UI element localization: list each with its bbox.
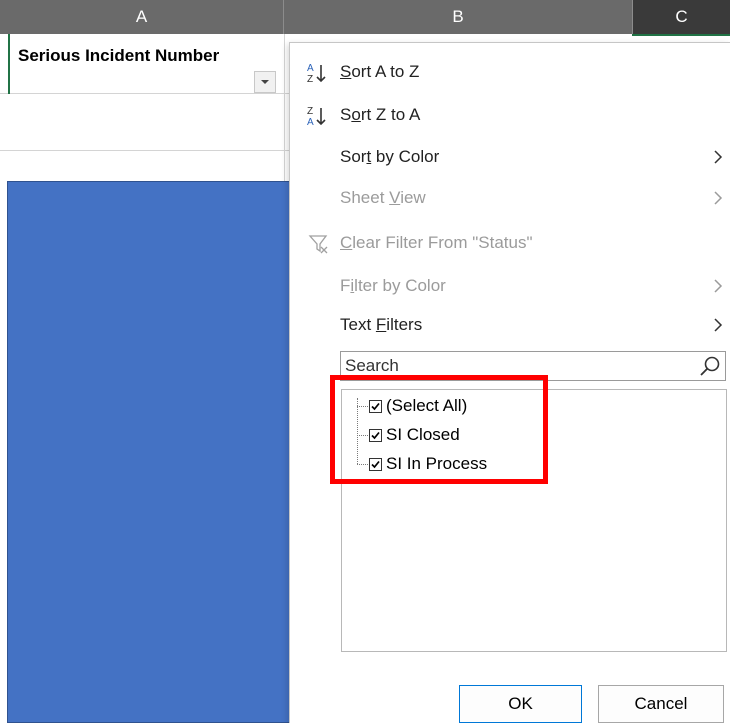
menu-label: Sheet View <box>340 188 426 207</box>
chevron-right-icon <box>714 279 723 293</box>
dropdown-arrow-icon <box>261 80 269 84</box>
selection-border <box>632 34 730 36</box>
menu-item-sort-by-color[interactable]: Sort by Color <box>290 137 730 177</box>
menu-label: Sort Z to A <box>340 105 421 124</box>
svg-text:A: A <box>307 63 314 74</box>
column-header-b[interactable]: B <box>284 0 632 34</box>
sort-az-icon: A Z <box>307 63 326 84</box>
sort-za-icon: Z A <box>307 106 326 127</box>
svg-text:A: A <box>307 117 314 127</box>
menu-item-sort-z-to-a[interactable]: Z A Sort Z to A <box>290 95 730 135</box>
menu-item-sort-a-to-z[interactable]: A Z Sort A to Z <box>290 52 730 92</box>
menu-label: Filter by Color <box>340 276 446 295</box>
gridline <box>0 93 290 94</box>
search-icon[interactable] <box>699 355 721 377</box>
cancel-button[interactable]: Cancel <box>598 685 724 723</box>
menu-label: Clear Filter From "Status" <box>340 233 533 252</box>
column-header-c-label: C <box>675 7 688 26</box>
menu-label: Sort by Color <box>340 147 440 166</box>
menu-item-clear-filter[interactable]: Clear Filter From "Status" <box>290 223 730 263</box>
selection-border <box>8 34 10 94</box>
column-header-c[interactable]: C <box>632 0 730 34</box>
blue-rectangle-shape[interactable] <box>7 181 300 723</box>
chevron-right-icon <box>714 318 723 332</box>
clear-filter-icon <box>308 235 328 254</box>
red-highlight-box <box>330 375 548 484</box>
menu-item-text-filters[interactable]: Text Filters <box>290 305 730 345</box>
menu-label: Text Filters <box>340 315 423 334</box>
gridline <box>0 150 290 151</box>
chevron-right-icon <box>714 150 723 164</box>
menu-item-filter-by-color[interactable]: Filter by Color <box>290 266 730 306</box>
ok-button[interactable]: OK <box>459 685 582 723</box>
svg-text:Z: Z <box>307 74 313 84</box>
column-header-b-label: B <box>452 7 464 26</box>
filter-dropdown-button[interactable] <box>254 71 276 93</box>
chevron-right-icon <box>714 191 723 205</box>
column-header-a[interactable]: A <box>0 0 284 34</box>
menu-label: Sort A to Z <box>340 62 420 81</box>
menu-item-sheet-view[interactable]: Sheet View <box>290 178 730 218</box>
svg-text:Z: Z <box>307 106 313 117</box>
cell-a1-header[interactable]: Serious Incident Number <box>18 46 219 66</box>
column-header-a-label: A <box>135 7 148 26</box>
